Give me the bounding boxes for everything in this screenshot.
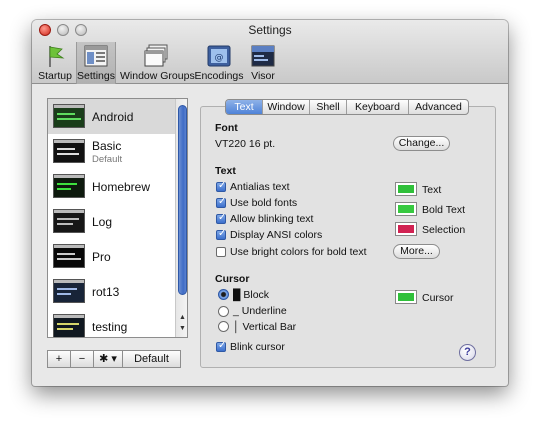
visor-icon <box>251 45 275 67</box>
change-font-button[interactable]: Change... <box>393 136 450 151</box>
profile-item-log[interactable]: Log <box>48 204 176 239</box>
profile-thumbnail <box>53 279 85 303</box>
font-value: VT220 16 pt. <box>215 138 276 150</box>
cursor-underline-option: _ Underline <box>233 305 287 317</box>
bright-bold-checkbox[interactable] <box>216 247 226 257</box>
font-heading: Font <box>215 122 238 134</box>
settings-window-icon <box>84 45 108 67</box>
window-title: Settings <box>248 23 292 37</box>
profile-item-basic[interactable]: Basic Default <box>48 134 176 169</box>
bold-text-color-label: Bold Text <box>422 204 465 216</box>
antialias-label: Antialias text <box>230 181 290 193</box>
cursor-color-well[interactable] <box>395 290 417 304</box>
block-cursor-icon: █ <box>233 289 241 301</box>
bright-bold-label: Use bright colors for bold text <box>230 246 367 258</box>
cursor-heading: Cursor <box>215 273 250 285</box>
settings-tabs: Text Window Shell Keyboard Advanced <box>225 99 469 115</box>
profile-thumbnail <box>53 209 85 233</box>
gear-menu-button[interactable]: ✱ ▾ <box>93 350 123 368</box>
underline-cursor-icon: _ <box>233 305 239 317</box>
cursor-color-label: Cursor <box>422 292 454 304</box>
scroll-down-arrow-icon[interactable]: ▼ <box>177 324 187 334</box>
profile-thumbnail <box>53 104 85 128</box>
ansi-colors-checkbox[interactable] <box>216 228 226 240</box>
profile-list-scrollbar[interactable]: ▲ ▼ <box>175 99 187 337</box>
more-colors-button[interactable]: More... <box>393 244 440 259</box>
settings-window: Settings Startup Settings Window Groups … <box>32 20 508 386</box>
profile-list-buttons: + − ✱ ▾ Default <box>47 350 181 368</box>
profile-item-testing[interactable]: testing <box>48 309 176 337</box>
profile-thumbnail <box>53 174 85 198</box>
cursor-vertical-bar-radio[interactable] <box>218 321 229 332</box>
blink-cursor-label: Blink cursor <box>230 341 285 353</box>
text-color-well[interactable] <box>395 182 417 196</box>
scroll-up-arrow-icon[interactable]: ▲ <box>177 313 187 323</box>
tab-text[interactable]: Text <box>226 100 263 114</box>
tab-window[interactable]: Window <box>263 100 310 114</box>
profile-item-homebrew[interactable]: Homebrew <box>48 169 176 204</box>
selection-color-label: Selection <box>422 224 466 236</box>
text-color-label: Text <box>422 184 442 196</box>
blinking-text-label: Allow blinking text <box>230 213 314 225</box>
encodings-icon: @ <box>207 45 231 67</box>
toolbar-settings[interactable]: Settings <box>76 42 116 84</box>
bold-text-color-well[interactable] <box>395 202 417 216</box>
ansi-colors-label: Display ANSI colors <box>230 229 323 241</box>
cursor-block-radio[interactable] <box>218 289 229 300</box>
tab-advanced[interactable]: Advanced <box>409 100 468 114</box>
titlebar: Settings Startup Settings Window Groups … <box>32 20 508 84</box>
profile-list[interactable]: Android Basic Default Homebrew Log Pro r… <box>47 98 188 338</box>
profile-item-rot13[interactable]: rot13 <box>48 274 176 309</box>
cursor-underline-radio[interactable] <box>218 306 229 317</box>
toolbar-startup[interactable]: Startup <box>35 42 75 84</box>
flag-icon <box>49 46 65 67</box>
cursor-vertical-bar-option: │ Vertical Bar <box>233 321 297 333</box>
text-heading: Text <box>215 165 236 177</box>
profile-item-android[interactable]: Android <box>48 99 176 134</box>
cursor-block-option: █ Block <box>233 289 270 301</box>
tab-shell[interactable]: Shell <box>310 100 347 114</box>
profile-thumbnail <box>53 244 85 268</box>
set-default-button[interactable]: Default <box>122 350 181 368</box>
remove-profile-button[interactable]: − <box>70 350 94 368</box>
help-button[interactable]: ? <box>459 344 476 361</box>
toolbar-encodings[interactable]: @ Encodings <box>194 42 244 84</box>
add-profile-button[interactable]: + <box>47 350 71 368</box>
window-groups-icon <box>144 44 168 67</box>
toolbar-visor[interactable]: Visor <box>246 42 280 84</box>
bold-fonts-label: Use bold fonts <box>230 197 298 209</box>
blinking-text-checkbox[interactable] <box>216 212 226 224</box>
blink-cursor-checkbox[interactable] <box>216 340 226 352</box>
antialias-checkbox[interactable] <box>216 180 226 192</box>
selection-color-well[interactable] <box>395 222 417 236</box>
bold-fonts-checkbox[interactable] <box>216 196 226 208</box>
profile-thumbnail <box>53 314 85 337</box>
svg-text:@: @ <box>215 53 224 63</box>
toolbar-window-groups[interactable]: Window Groups <box>120 42 195 84</box>
profile-item-pro[interactable]: Pro <box>48 239 176 274</box>
tab-keyboard[interactable]: Keyboard <box>347 100 409 114</box>
vertical-bar-cursor-icon: │ <box>233 321 240 333</box>
scrollbar-thumb[interactable] <box>178 105 187 295</box>
profile-thumbnail <box>53 139 85 163</box>
